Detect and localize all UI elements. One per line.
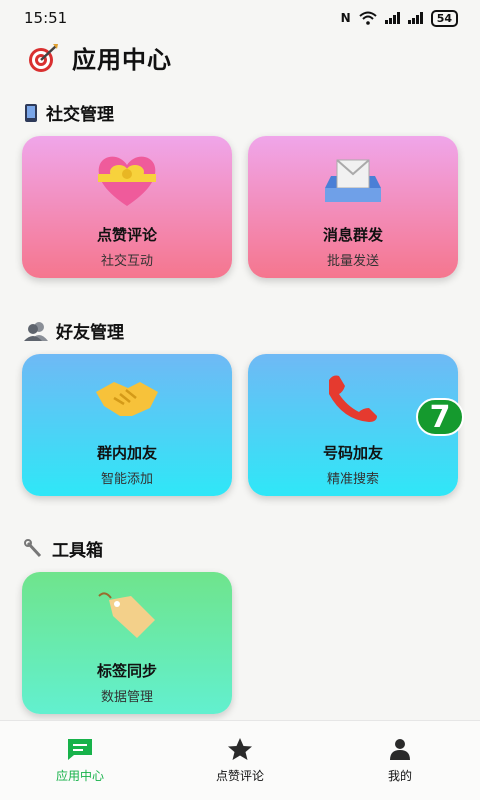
signal-icon — [384, 12, 400, 24]
phone-icon — [25, 103, 37, 122]
card-mass-message[interactable]: 消息群发 批量发送 — [248, 136, 458, 278]
card-subtitle: 批量发送 — [326, 254, 379, 269]
signal-icon-2 — [407, 12, 423, 24]
nav-label: 我的 — [387, 769, 412, 783]
handshake-icon — [94, 372, 160, 424]
person-icon — [390, 739, 410, 760]
bottom-nav: 应用中心 点赞评论 我的 — [0, 720, 480, 800]
section-label: 社交管理 — [46, 105, 114, 125]
section-title-toolbox: 工具箱 — [24, 536, 103, 561]
nav-label: 点赞评论 — [215, 769, 264, 783]
section-title-social: 社交管理 — [24, 100, 114, 125]
card-subtitle: 精准搜索 — [326, 472, 379, 487]
nfc-icon: N — [340, 11, 351, 25]
label-tag-icon — [95, 590, 159, 642]
nav-item-like-comment[interactable]: 点赞评论 — [160, 721, 320, 800]
app-header: 应用中心 — [26, 40, 172, 75]
nav-label: 应用中心 — [55, 769, 104, 783]
star-icon — [228, 738, 252, 760]
section-label: 工具箱 — [52, 541, 103, 561]
gift-heart-icon — [94, 154, 160, 206]
status-bar: 15:51 N 54 — [0, 0, 480, 36]
status-time: 15:51 — [24, 9, 68, 27]
page-title: 应用中心 — [72, 46, 172, 74]
card-title: 标签同步 — [96, 662, 157, 680]
card-group-add[interactable]: 群内加友 智能添加 — [22, 354, 232, 496]
card-title: 点赞评论 — [96, 226, 157, 244]
card-like-comment[interactable]: 点赞评论 社交互动 — [22, 136, 232, 278]
nav-item-mine[interactable]: 我的 — [320, 721, 480, 800]
card-title: 群内加友 — [96, 444, 157, 462]
card-title: 号码加友 — [322, 444, 383, 462]
nav-item-app-center[interactable]: 应用中心 — [0, 721, 160, 800]
card-subtitle: 智能添加 — [100, 472, 153, 487]
section-title-friends: 好友管理 — [24, 318, 124, 343]
telephone-receiver-icon — [323, 372, 383, 424]
section-label: 好友管理 — [56, 323, 124, 343]
card-tag-sync[interactable]: 标签同步 数据管理 — [22, 572, 232, 714]
dart-target-icon — [29, 43, 58, 72]
status-icons: N 54 — [340, 9, 458, 27]
message-square-icon — [68, 739, 92, 760]
battery-icon: 54 — [430, 9, 458, 27]
floating-count-badge[interactable]: 7 — [416, 398, 464, 436]
card-title: 消息群发 — [322, 226, 383, 244]
card-subtitle: 社交互动 — [100, 254, 153, 269]
inbox-tray-icon — [321, 154, 385, 206]
busts-icon — [24, 321, 48, 341]
wrench-icon — [24, 538, 42, 557]
card-subtitle: 数据管理 — [100, 690, 153, 705]
wifi-icon — [359, 11, 377, 25]
